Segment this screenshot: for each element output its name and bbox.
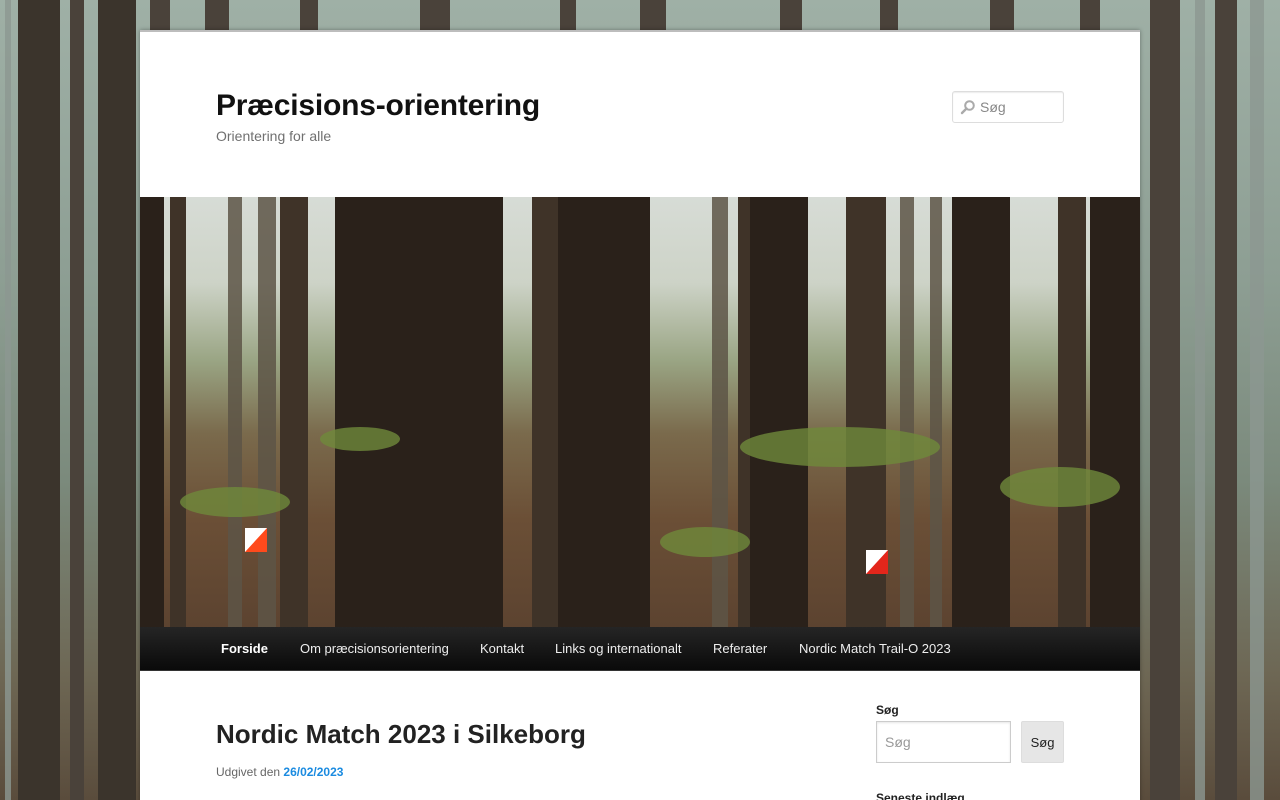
header-search-input[interactable]: [980, 92, 1060, 122]
header-image: [140, 197, 1140, 627]
sidebar-search-input[interactable]: [876, 721, 1011, 763]
post-meta-prefix: Udgivet den: [216, 765, 281, 779]
nav-item-om-praecisionsorientering[interactable]: Om præcisionsorientering: [300, 627, 449, 670]
sidebar-search-title: Søg: [876, 703, 899, 717]
page-container: Præcisions-orientering Orientering for a…: [140, 30, 1140, 800]
post-title[interactable]: Nordic Match 2023 i Silkeborg: [216, 719, 586, 750]
post-meta: Udgivet den 26/02/2023: [216, 765, 343, 779]
nav-item-nordic-match[interactable]: Nordic Match Trail-O 2023: [799, 627, 951, 670]
recent-posts-title: Seneste indlæg: [876, 791, 965, 800]
orienteering-flag-icon: [866, 550, 888, 574]
nav-item-forside[interactable]: Forside: [221, 627, 268, 670]
orienteering-flag-icon: [245, 528, 267, 552]
site-title[interactable]: Præcisions-orientering: [216, 89, 540, 123]
search-icon: [960, 100, 975, 115]
nav-item-referater[interactable]: Referater: [713, 627, 767, 670]
nav-item-links[interactable]: Links og internationalt: [555, 627, 681, 670]
header-search-box[interactable]: [952, 91, 1064, 123]
main-navigation: Forside Om præcisionsorientering Kontakt…: [140, 627, 1140, 671]
post-date-link[interactable]: 26/02/2023: [283, 765, 343, 779]
sidebar-search-button[interactable]: Søg: [1021, 721, 1064, 763]
nav-item-kontakt[interactable]: Kontakt: [480, 627, 524, 670]
site-description: Orientering for alle: [216, 128, 332, 144]
